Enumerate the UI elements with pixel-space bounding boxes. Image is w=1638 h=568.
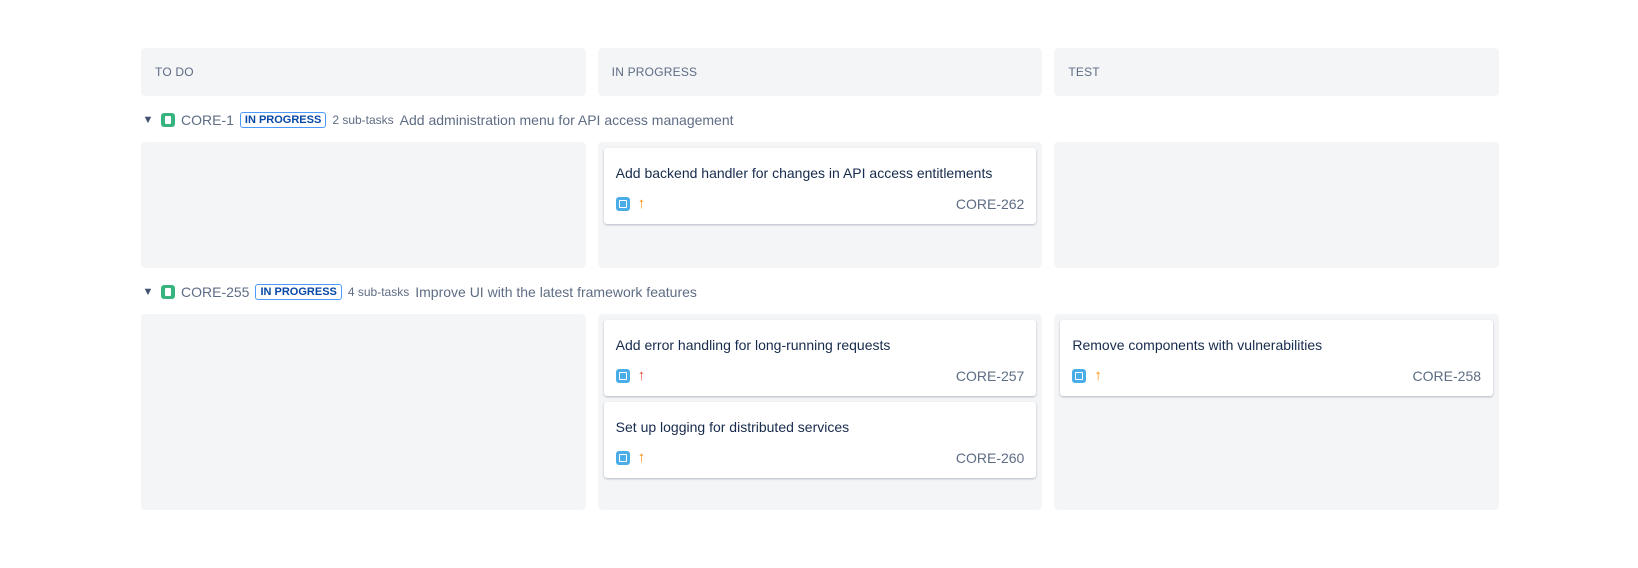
column-header-todo[interactable]: TO DO <box>141 48 586 96</box>
priority-arrow-up-icon: ↑ <box>637 367 646 384</box>
card-title: Add error handling for long-running requ… <box>615 337 891 353</box>
status-badge: IN PROGRESS <box>239 112 327 128</box>
lane-column-test: Remove components with vulnerabilities ↑… <box>1054 314 1500 510</box>
lane-column-in-progress: Add error handling for long-running requ… <box>597 314 1043 510</box>
chevron-down-icon[interactable]: ▼ <box>141 113 155 127</box>
lane-column-in-progress: Add backend handler for changes in API a… <box>597 142 1043 268</box>
story-icon <box>161 285 175 299</box>
card-footer: ↑ CORE-257 <box>615 367 1024 384</box>
lane-column-todo <box>141 314 586 510</box>
card-footer: ↑ CORE-262 <box>615 195 1024 212</box>
card-key[interactable]: CORE-258 <box>1413 368 1481 384</box>
swimlane-body: Add backend handler for changes in API a… <box>141 142 1500 268</box>
subtask-icon <box>615 197 630 211</box>
status-badge: IN PROGRESS <box>255 284 342 300</box>
parent-issue-key[interactable]: CORE-255 <box>181 284 249 300</box>
priority-arrow-up-icon: ↑ <box>1094 367 1102 384</box>
card-footer: ↑ CORE-260 <box>615 449 1024 466</box>
card-icons: ↑ <box>615 195 646 212</box>
chevron-down-icon[interactable]: ▼ <box>141 285 155 299</box>
swimlane-header[interactable]: ▼ CORE-255 IN PROGRESS 4 sub-tasks Impro… <box>141 270 1499 314</box>
subtask-count: 4 sub-tasks <box>347 285 410 299</box>
swimlane-header[interactable]: ▼ CORE-1 IN PROGRESS 2 sub-tasks Add adm… <box>141 98 1499 142</box>
kanban-board: TO DO IN PROGRESS TEST ▼ CORE-1 IN PROGR… <box>141 48 1500 510</box>
column-headers: TO DO IN PROGRESS TEST <box>141 48 1500 96</box>
card-key[interactable]: CORE-262 <box>956 196 1024 212</box>
column-header-test[interactable]: TEST <box>1054 48 1500 96</box>
lane-column-test <box>1054 142 1500 268</box>
subtask-icon <box>615 451 630 465</box>
card-key[interactable]: CORE-257 <box>956 368 1024 384</box>
card-footer: ↑ CORE-258 <box>1072 368 1481 384</box>
issue-card[interactable]: Add backend handler for changes in API a… <box>603 148 1037 224</box>
issue-card[interactable]: Remove components with vulnerabilities ↑… <box>1060 320 1494 396</box>
card-title: Remove components with vulnerabilities <box>1072 337 1323 353</box>
card-icons: ↑ <box>615 449 646 466</box>
subtask-icon <box>1072 369 1087 383</box>
priority-arrow-up-icon: ↑ <box>637 195 646 212</box>
card-key[interactable]: CORE-260 <box>956 450 1024 466</box>
parent-issue-key[interactable]: CORE-1 <box>181 112 234 128</box>
priority-arrow-up-icon: ↑ <box>637 449 646 466</box>
column-header-in-progress[interactable]: IN PROGRESS <box>597 48 1043 96</box>
card-icons: ↑ <box>1072 367 1102 384</box>
parent-summary: Add administration menu for API access m… <box>399 112 734 128</box>
subtask-count: 2 sub-tasks <box>332 113 394 127</box>
issue-card[interactable]: Add error handling for long-running requ… <box>603 320 1037 396</box>
card-title: Set up logging for distributed services <box>615 419 850 435</box>
card-icons: ↑ <box>615 367 646 384</box>
subtask-icon <box>615 369 630 383</box>
story-icon <box>161 113 175 127</box>
parent-summary: Improve UI with the latest framework fea… <box>415 284 697 300</box>
lane-column-todo <box>141 142 586 268</box>
card-title: Add backend handler for changes in API a… <box>615 165 993 181</box>
issue-card[interactable]: Set up logging for distributed services … <box>603 402 1037 478</box>
swimlane-body: Add error handling for long-running requ… <box>141 314 1500 510</box>
